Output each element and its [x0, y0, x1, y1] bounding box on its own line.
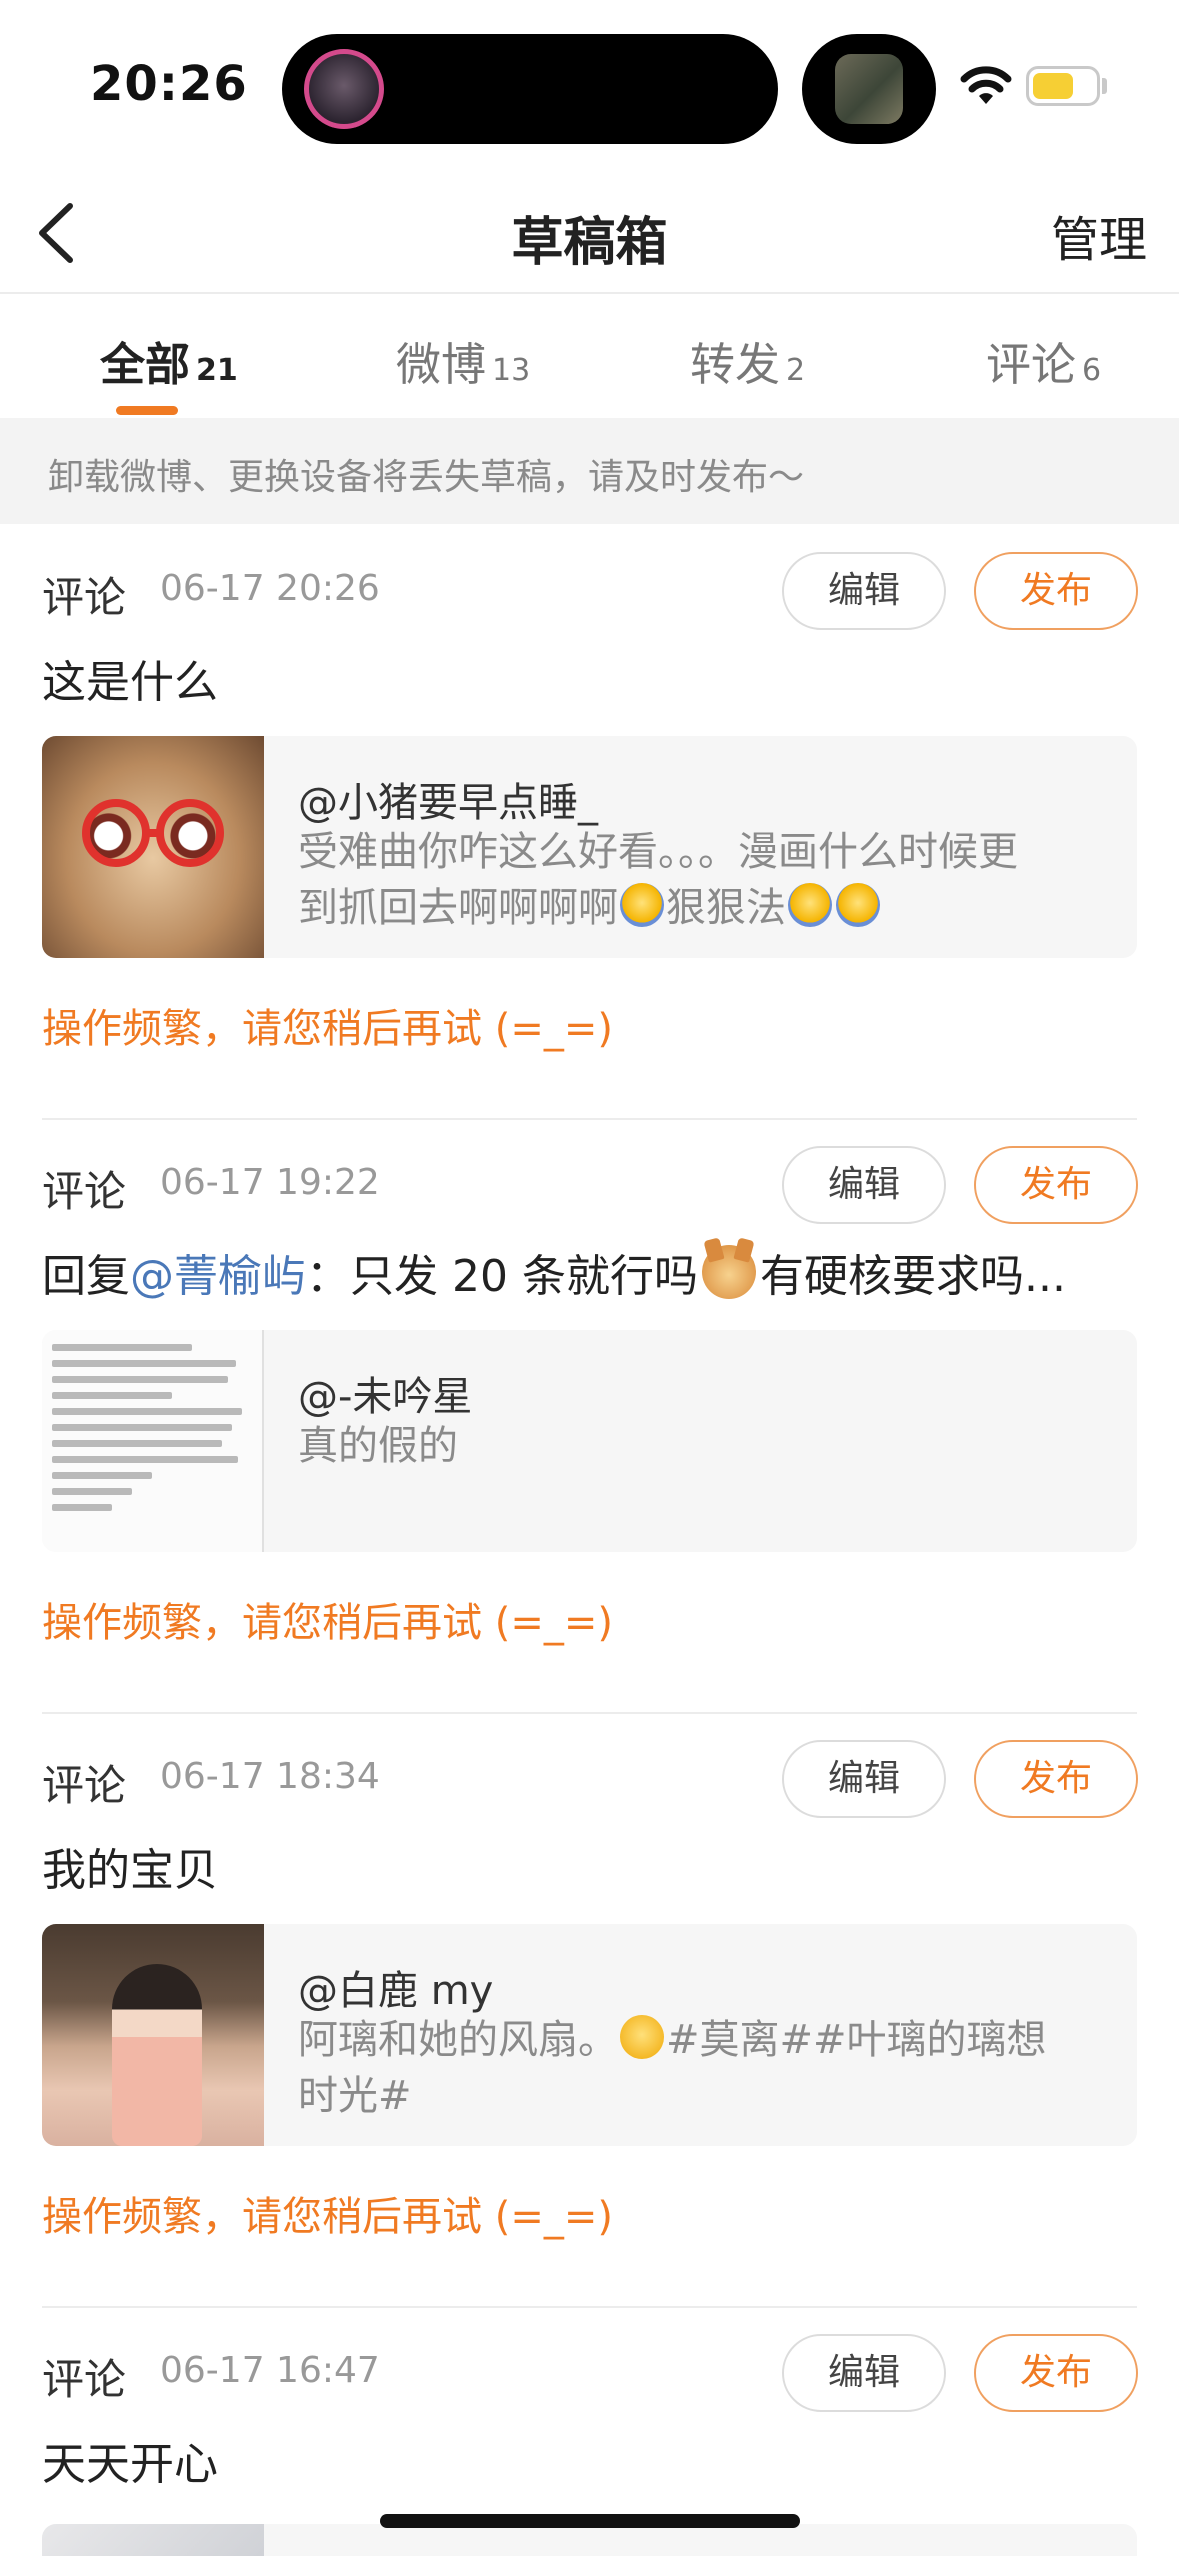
draft-item: 评论 06-17 18:34 编辑 发布 我的宝贝 @白鹿 my 阿璃和她的风扇… [0, 1712, 1179, 2306]
draft-time: 06-17 18:34 [160, 1756, 380, 1797]
divider [42, 1118, 1137, 1120]
screaming-face-emoji-icon [788, 883, 832, 927]
cat-with-red-glasses-image [42, 736, 264, 958]
quoted-post-card[interactable]: @-未吟星 真的假的 [42, 1330, 1137, 1552]
edit-button[interactable]: 编辑 [782, 2334, 946, 2412]
draft-type: 评论 [42, 573, 127, 622]
dog-face-emoji-icon [701, 1245, 756, 1299]
reply-text: 有硬核要求吗... [759, 1251, 1066, 1302]
edit-button[interactable]: 编辑 [782, 1146, 946, 1224]
mention-link[interactable]: @菁榆屿 [130, 1251, 306, 1302]
tab-label: 转发 [690, 338, 781, 391]
quoted-text-line: 时光# [298, 2073, 412, 2119]
tab-comment[interactable]: 评论 6 [986, 328, 1101, 393]
publish-button[interactable]: 发布 [974, 1740, 1138, 1818]
wifi-icon [960, 66, 1012, 104]
tab-count: 6 [1082, 353, 1102, 388]
navigation-bar: 草稿箱 管理 [0, 170, 1179, 294]
draft-time: 06-17 20:26 [160, 568, 380, 609]
warning-notice: 卸载微博、更换设备将丢失草稿，请及时发布～ [0, 418, 1179, 524]
quoted-user: @小猪要早点睡_ [298, 780, 598, 826]
draft-text: 我的宝贝 [42, 1845, 218, 1896]
publish-button[interactable]: 发布 [974, 552, 1138, 630]
edit-button[interactable]: 编辑 [782, 1740, 946, 1818]
home-indicator[interactable] [380, 2514, 800, 2528]
tab-count: 21 [196, 353, 238, 388]
dynamic-island[interactable] [282, 34, 778, 144]
relieved-face-emoji-icon [620, 2015, 664, 2059]
tab-label: 微博 [396, 338, 487, 391]
quoted-text-line: 受难曲你咋这么好看。。。漫画什么时候更 [298, 829, 1018, 875]
quoted-text: 阿璃和她的风扇。 #莫离##叶璃的璃想 时光# [298, 2012, 1098, 2124]
quoted-text: 受难曲你咋这么好看。。。漫画什么时候更 到抓回去啊啊啊啊 狠狠法 [298, 824, 1098, 936]
reply-prefix: 回复 [42, 1251, 130, 1302]
notice-text: 卸载微博、更换设备将丢失草稿，请及时发布～ [48, 457, 805, 498]
draft-item: 评论 06-17 19:22 编辑 发布 回复@菁榆屿：只发 20 条就行吗 有硬… [0, 1118, 1179, 1712]
drafts-screen: 20:26 草稿箱 管理 全部 21 微博 13 转发 2 评论 6 卸载微博、… [0, 0, 1179, 2556]
draft-item: 评论 06-17 20:26 编辑 发布 这是什么 @小猪要早点睡_ 受难曲你咋… [0, 524, 1179, 1118]
quoted-text: 真的假的 [298, 1423, 458, 1469]
quoted-post-card[interactable]: @白鹿 my 阿璃和她的风扇。 #莫离##叶璃的璃想 时光# [42, 1924, 1137, 2146]
red-glasses-icon [82, 799, 224, 867]
battery-level [1033, 73, 1073, 99]
live-activity-thumbnail[interactable] [802, 34, 936, 144]
quoted-text-fragment: #莫离##叶璃的璃想 [666, 2017, 1047, 2063]
tab-repost[interactable]: 转发 2 [690, 328, 805, 393]
quoted-text-line: 到抓回去啊啊啊啊 狠狠法 [298, 880, 1098, 936]
live-activity-image-icon [835, 54, 903, 124]
screaming-face-emoji-icon [836, 883, 880, 927]
page-title: 草稿箱 [511, 213, 668, 273]
quoted-user: @白鹿 my [298, 1968, 494, 2014]
quoted-post-thumbnail-image [42, 2524, 264, 2556]
filter-tabs: 全部 21 微博 13 转发 2 评论 6 [0, 294, 1179, 418]
draft-type: 评论 [42, 1761, 127, 1810]
error-message: 操作频繁，请您稍后再试 (=_=) [42, 1006, 613, 1052]
draft-type: 评论 [42, 1167, 127, 1216]
status-bar: 20:26 [0, 0, 1179, 170]
draft-text: 这是什么 [42, 657, 218, 708]
publish-button[interactable]: 发布 [974, 1146, 1138, 1224]
reply-text: ：只发 20 条就行吗 [306, 1251, 698, 1302]
tab-count: 2 [786, 353, 806, 388]
draft-text: 回复@菁榆屿：只发 20 条就行吗 有硬核要求吗... [42, 1240, 1066, 1304]
quoted-post-card[interactable] [42, 2524, 1137, 2556]
error-message: 操作频繁，请您稍后再试 (=_=) [42, 2194, 613, 2240]
tab-count: 13 [492, 353, 531, 388]
tab-weibo[interactable]: 微博 13 [396, 328, 530, 393]
divider [42, 1712, 1137, 1714]
battery-tip-icon [1102, 78, 1107, 94]
document-screenshot-image [42, 1330, 264, 1552]
active-tab-indicator [116, 406, 178, 415]
draft-type: 评论 [42, 2355, 127, 2404]
document-lines-icon [52, 1344, 252, 1520]
quoted-post-card[interactable]: @小猪要早点睡_ 受难曲你咋这么好看。。。漫画什么时候更 到抓回去啊啊啊啊 狠狠法 [42, 736, 1137, 958]
quoted-text-fragment: 狠狠法 [666, 885, 786, 931]
battery-icon [1026, 66, 1100, 106]
tab-all[interactable]: 全部 21 [100, 328, 238, 393]
draft-time: 06-17 16:47 [160, 2350, 380, 2391]
status-time: 20:26 [90, 56, 248, 112]
quoted-user: @-未吟星 [298, 1374, 473, 1420]
live-activity-avatar-icon [304, 49, 384, 129]
woman-in-hanfu-photo [42, 1924, 264, 2146]
manage-button[interactable]: 管理 [1051, 200, 1147, 270]
divider [42, 2306, 1137, 2308]
screaming-face-emoji-icon [620, 883, 664, 927]
edit-button[interactable]: 编辑 [782, 552, 946, 630]
draft-text: 天天开心 [42, 2439, 218, 2490]
tab-label: 评论 [986, 338, 1077, 391]
quoted-text-line: 阿璃和她的风扇。 #莫离##叶璃的璃想 [298, 2012, 1098, 2068]
figure-silhouette-icon [112, 1964, 202, 2146]
tab-label: 全部 [100, 338, 191, 391]
quoted-text-fragment: 阿璃和她的风扇。 [298, 2017, 618, 2063]
draft-time: 06-17 19:22 [160, 1162, 380, 1203]
publish-button[interactable]: 发布 [974, 2334, 1138, 2412]
quoted-text-fragment: 到抓回去啊啊啊啊 [298, 885, 618, 931]
error-message: 操作频繁，请您稍后再试 (=_=) [42, 1600, 613, 1646]
